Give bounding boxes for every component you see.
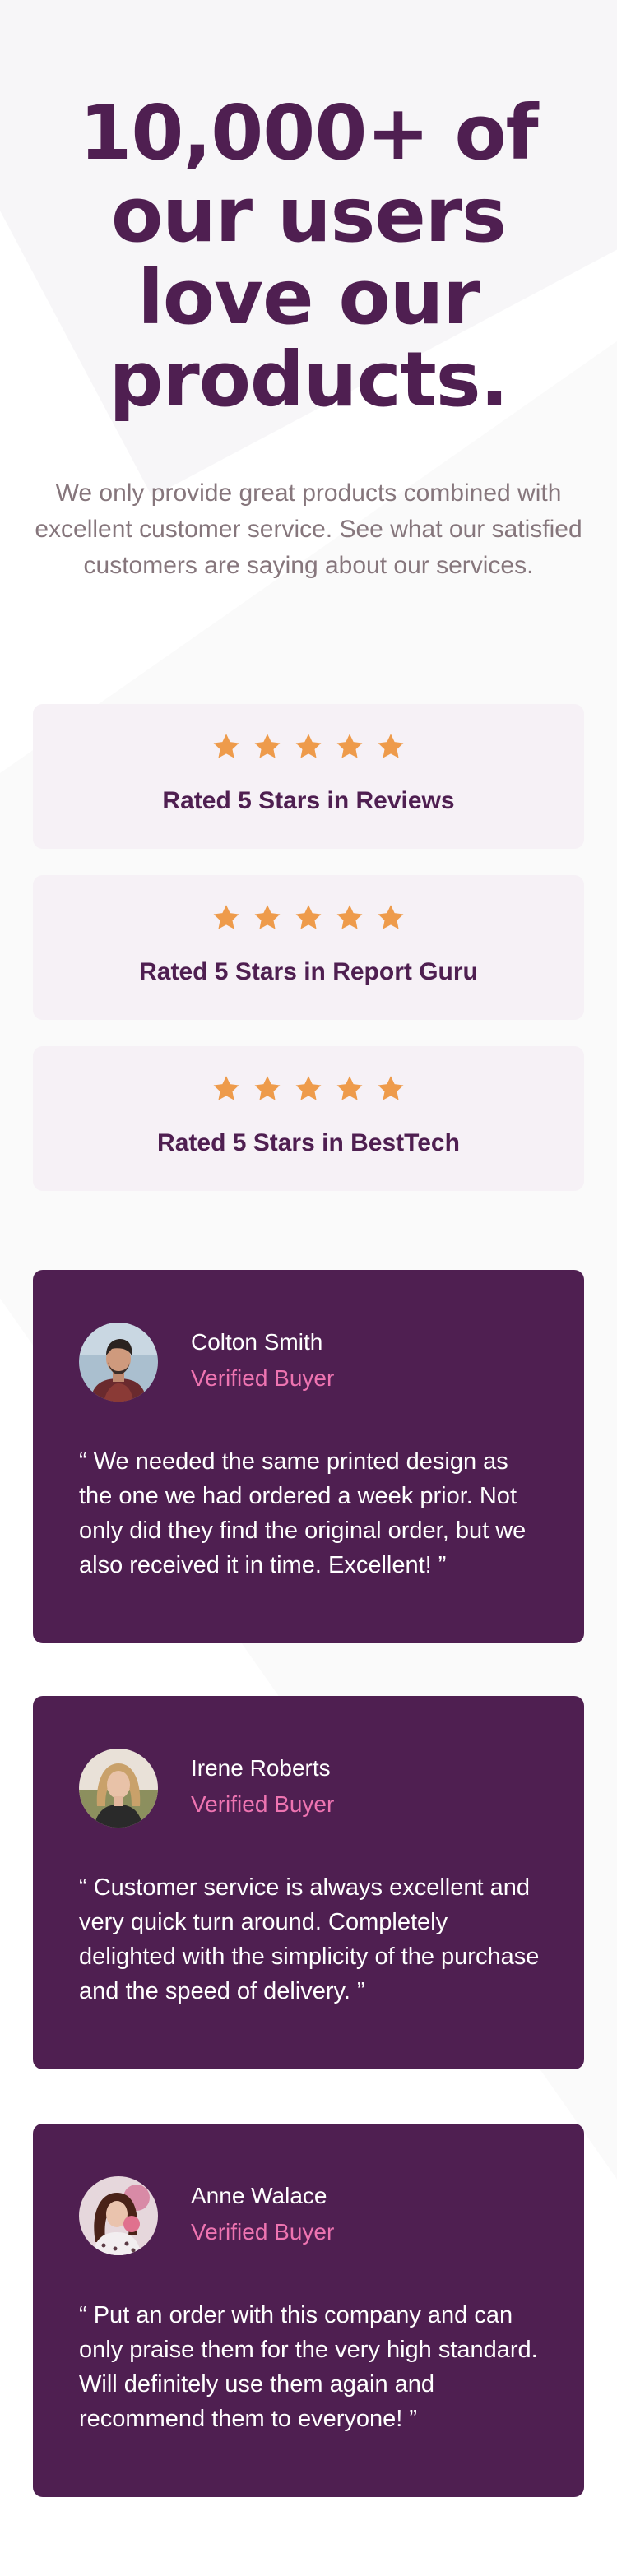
review-quote: “ Put an order with this company and can… [79,2302,538,2432]
star-icon [295,734,322,758]
avatar-anne-icon [79,2176,158,2255]
avatar-colton-icon [79,1323,158,1402]
testimonial-card: Irene Roberts Verified Buyer “ Customer … [33,1696,584,2069]
star-icon [336,734,363,758]
verified-buyer-label: Verified Buyer [191,1365,335,1391]
review-quote: “ We needed the same printed design as t… [79,1448,527,1578]
star-icon [254,734,281,758]
avatar [79,1749,158,1828]
testimonial-card: Anne Walace Verified Buyer “ Put an orde… [33,2124,584,2497]
verified-buyer-label: Verified Buyer [191,1791,335,1817]
star-icon [336,905,363,929]
star-icon [213,1076,239,1100]
star-rating [33,732,584,762]
star-icon [295,1076,322,1100]
star-icon [295,905,322,929]
reviewer-name: Irene Roberts [191,1755,331,1781]
star-rating [33,903,584,933]
verified-buyer-label: Verified Buyer [191,2219,335,2245]
star-icon [378,905,404,929]
reviewer-name: Anne Walace [191,2183,327,2208]
star-icon [254,905,281,929]
rating-label: Rated 5 Stars in BestTech [157,1129,460,1156]
testimonial-card: Colton Smith Verified Buyer “ We needed … [33,1270,584,1643]
avatar-irene-icon [79,1749,158,1828]
rating-card-besttech: Rated 5 Stars in BestTech [33,1046,584,1191]
rating-card-reviews: Rated 5 Stars in Reviews [33,704,584,849]
rating-card-report-guru: Rated 5 Stars in Report Guru [33,875,584,1020]
reviewer-name: Colton Smith [191,1329,323,1355]
star-rating [33,1074,584,1104]
hero-subtitle: We only provide great products combined … [35,480,582,579]
star-icon [336,1076,363,1100]
rating-label: Rated 5 Stars in Report Guru [139,958,478,985]
star-icon [213,905,239,929]
star-icon [378,1076,404,1100]
star-icon [378,734,404,758]
star-icon [213,734,239,758]
avatar [79,2176,158,2255]
hero-title: 10,000+ of our users love our products. [79,89,538,424]
avatar [79,1323,158,1402]
review-quote: “ Customer service is always excellent a… [79,1874,540,2004]
star-icon [254,1076,281,1100]
rating-label: Rated 5 Stars in Reviews [162,787,455,814]
